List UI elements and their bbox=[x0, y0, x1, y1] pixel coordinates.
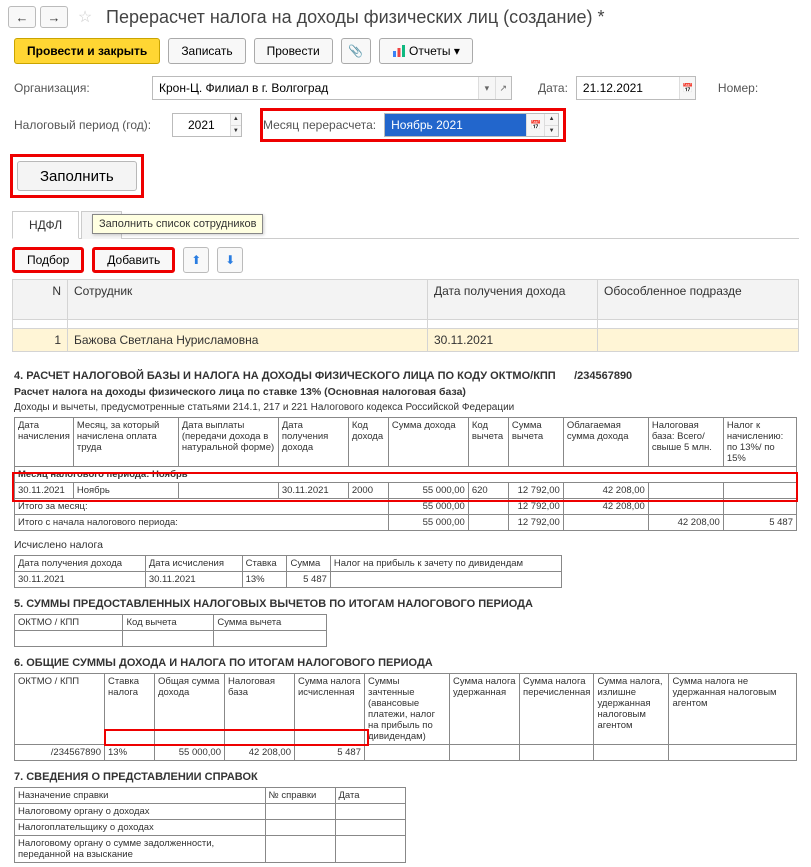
sec5-title: 5. СУММЫ ПРЕДОСТАВЛЕННЫХ НАЛОГОВЫХ ВЫЧЕТ… bbox=[14, 598, 797, 610]
fill-button[interactable]: Заполнить bbox=[17, 161, 137, 191]
period-input[interactable]: ▲▼ bbox=[172, 113, 242, 137]
cell-n: 1 bbox=[13, 329, 68, 352]
date-picker-button[interactable]: 📅 bbox=[679, 77, 695, 99]
attach-button[interactable]: 📎 bbox=[341, 38, 371, 64]
sec7-table: Назначение справки № справки Дата Налого… bbox=[14, 787, 406, 863]
chart-icon bbox=[392, 44, 406, 58]
sec4-sub: Расчет налога на доходы физического лица… bbox=[14, 386, 797, 398]
sec4-table: Дата начисления Месяц, за который начисл… bbox=[14, 417, 797, 531]
col-n: N bbox=[13, 280, 68, 320]
tab-ndfl[interactable]: НДФЛ bbox=[12, 211, 79, 239]
org-label: Организация: bbox=[14, 81, 144, 95]
month-label: Месяц перерасчета: bbox=[263, 118, 376, 132]
sec6-title: 6. ОБЩИЕ СУММЫ ДОХОДА И НАЛОГА ПО ИТОГАМ… bbox=[14, 657, 797, 669]
month-picker-button[interactable]: 📅 bbox=[526, 114, 544, 136]
sec4-title: 4. РАСЧЕТ НАЛОГОВОЙ БАЗЫ И НАЛОГА НА ДОХ… bbox=[14, 370, 797, 382]
save-button[interactable]: Записать bbox=[168, 38, 245, 64]
org-open-button[interactable]: ↗ bbox=[495, 77, 511, 99]
date-input[interactable]: 📅 bbox=[576, 76, 696, 100]
arrow-up-icon: ⬆ bbox=[191, 253, 201, 267]
table-row[interactable]: 1 Бажова Светлана Нурисламовна 30.11.202… bbox=[13, 329, 799, 352]
move-down-button[interactable]: ⬇ bbox=[217, 247, 243, 273]
calc-table: Дата получения дохода Дата исчисления Ст… bbox=[14, 555, 562, 588]
post-close-button[interactable]: Провести и закрыть bbox=[14, 38, 160, 64]
page-title: Перерасчет налога на доходы физических л… bbox=[106, 7, 605, 28]
sec6-table: ОКТМО / КПП Ставка налога Общая сумма до… bbox=[14, 673, 797, 761]
period-label: Налоговый период (год): bbox=[14, 118, 164, 132]
post-button[interactable]: Провести bbox=[254, 38, 333, 64]
employees-grid[interactable]: N Сотрудник Дата получения дохода Обособ… bbox=[12, 279, 799, 352]
reports-button[interactable]: Отчеты ▾ bbox=[379, 38, 473, 64]
number-label: Номер: bbox=[718, 81, 758, 95]
date-label: Дата: bbox=[538, 81, 568, 95]
month-input[interactable]: Ноябрь 2021 📅 ▲▼ bbox=[384, 113, 559, 137]
org-input[interactable]: ▾ ↗ bbox=[152, 76, 512, 100]
org-dropdown-button[interactable]: ▾ bbox=[478, 77, 494, 99]
sec5-table: ОКТМО / КПП Код вычета Сумма вычета bbox=[14, 614, 327, 647]
month-value: Ноябрь 2021 bbox=[385, 114, 526, 136]
sec7-title: 7. СВЕДЕНИЯ О ПРЕДСТАВЛЕНИИ СПРАВОК bbox=[14, 771, 797, 783]
col-emp: Сотрудник bbox=[68, 280, 428, 320]
cell-date: 30.11.2021 bbox=[428, 329, 598, 352]
forward-button[interactable]: → bbox=[40, 6, 68, 28]
reports-label: Отчеты bbox=[409, 44, 450, 58]
period-spin[interactable]: ▲▼ bbox=[230, 114, 241, 136]
add-button[interactable]: Добавить bbox=[92, 247, 175, 273]
paperclip-icon: 📎 bbox=[348, 44, 363, 58]
sec4-note: Доходы и вычеты, предусмотренные статьям… bbox=[14, 402, 797, 413]
col-date: Дата получения дохода bbox=[428, 280, 598, 320]
arrow-down-icon: ⬇ bbox=[225, 253, 235, 267]
move-up-button[interactable]: ⬆ bbox=[183, 247, 209, 273]
month-spin[interactable]: ▲▼ bbox=[544, 114, 558, 136]
calc-label: Исчислено налога bbox=[14, 539, 797, 551]
cell-emp: Бажова Светлана Нурисламовна bbox=[68, 329, 428, 352]
fill-employees-tooltip: Заполнить список сотрудников bbox=[92, 214, 263, 234]
back-button[interactable]: ← bbox=[8, 6, 36, 28]
pick-button[interactable]: Подбор bbox=[12, 247, 84, 273]
cell-dep bbox=[598, 329, 799, 352]
col-dep: Обособленное подразде bbox=[598, 280, 799, 320]
favorite-star-icon[interactable]: ☆ bbox=[76, 8, 94, 26]
